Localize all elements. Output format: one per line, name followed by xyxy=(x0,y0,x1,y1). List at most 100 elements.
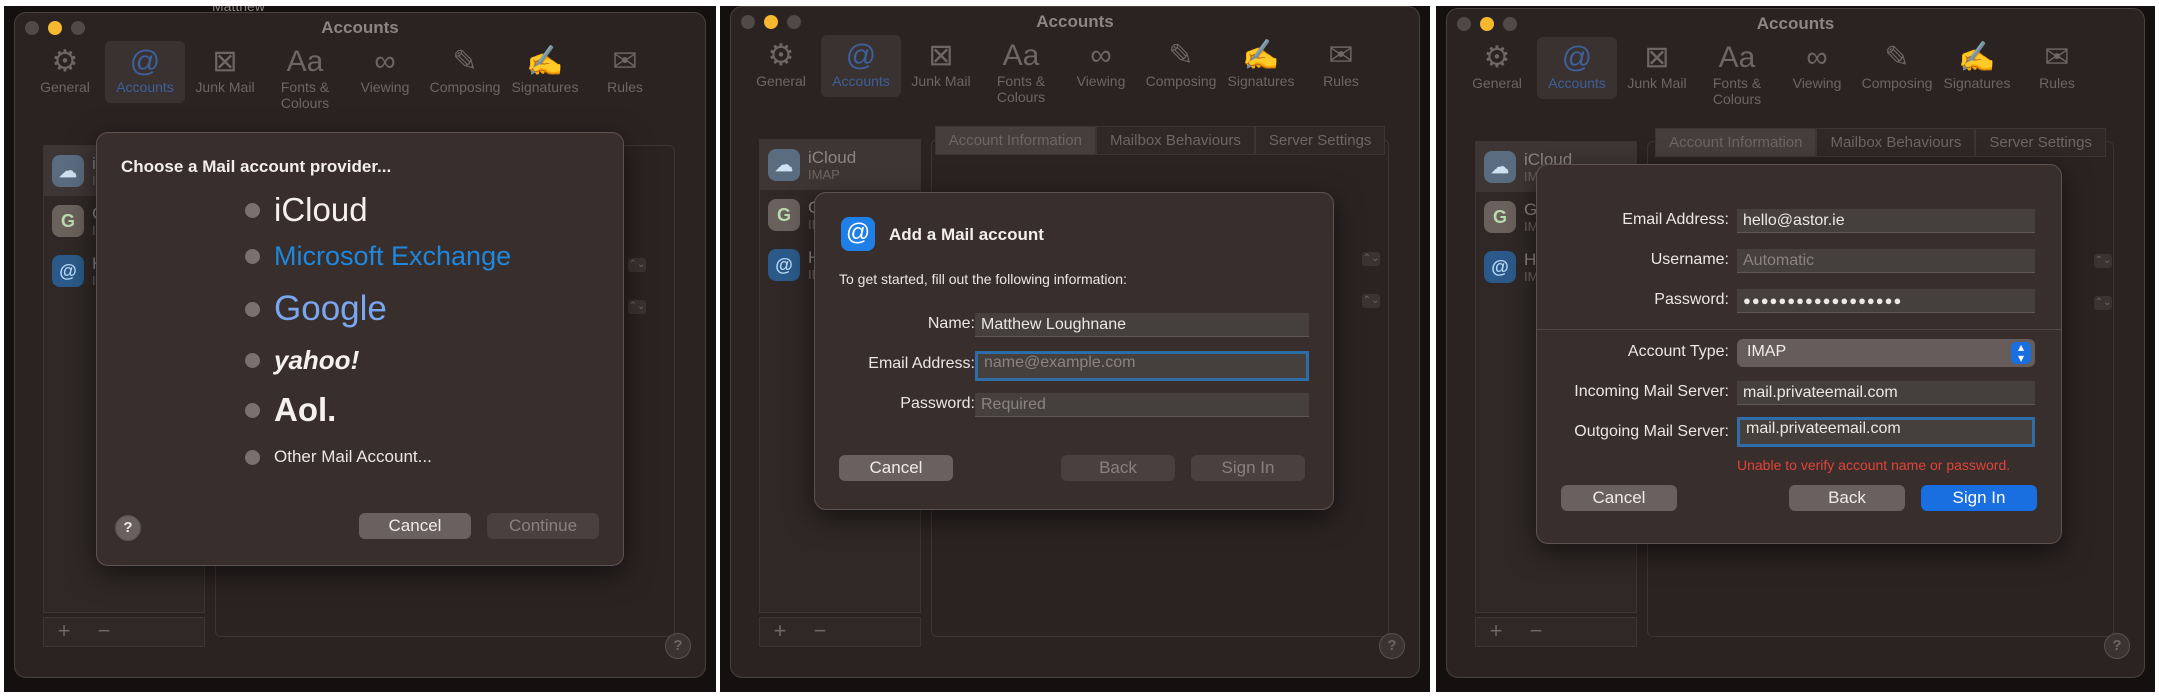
toolbar-item-viewing[interactable]: ∞ Viewing xyxy=(1061,35,1141,97)
chevron-up-down-icon: ▴ ▾ xyxy=(2011,341,2031,364)
toolbar-item-signatures[interactable]: ✍ Signatures xyxy=(505,41,585,103)
tab-account-information[interactable]: Account Information xyxy=(934,126,1096,155)
toolbar-label: Signatures xyxy=(511,79,579,95)
toolbar-item-accounts[interactable]: @ Accounts xyxy=(105,41,185,103)
junk-mail-icon: ⊠ xyxy=(212,45,238,78)
toolbar-item-accounts[interactable]: @ Accounts xyxy=(821,35,901,97)
rules-icon: ✉ xyxy=(1328,39,1354,72)
account-type: IMAP xyxy=(808,166,840,182)
toolbar-item-general[interactable]: ⚙ General xyxy=(1457,37,1537,99)
radio-exchange[interactable] xyxy=(245,249,260,264)
toolbar-item-composing[interactable]: ✎ Composing xyxy=(425,41,505,103)
provider-aol[interactable]: Aol. xyxy=(245,391,336,429)
add-account-button[interactable]: + xyxy=(44,618,84,646)
toolbar-item-junk-mail[interactable]: ⊠ Junk Mail xyxy=(1617,37,1697,99)
help-button[interactable]: ? xyxy=(1379,633,1405,659)
provider-google[interactable]: Google xyxy=(245,289,387,329)
toolbar-item-rules[interactable]: ✉ Rules xyxy=(585,41,665,103)
help-button[interactable]: ? xyxy=(115,515,141,541)
provider-other[interactable]: Other Mail Account... xyxy=(245,447,432,467)
cancel-button[interactable]: Cancel xyxy=(359,513,471,539)
toolbar-item-junk-mail[interactable]: ⊠ Junk Mail xyxy=(901,35,981,97)
toolbar-label: Junk Mail xyxy=(911,73,971,89)
incoming-server-field[interactable]: mail.privateemail.com xyxy=(1737,381,2035,405)
toolbar: ⚙ General @ Accounts ⊠ Junk Mail Aa Fonts & Col… xyxy=(731,35,1419,105)
tab-account-information[interactable]: Account Information xyxy=(1655,128,1817,157)
sign-in-button[interactable]: Sign In xyxy=(1921,485,2037,511)
tab-server-settings[interactable]: Server Settings xyxy=(1975,128,2106,157)
toolbar-item-general[interactable]: ⚙ General xyxy=(25,41,105,103)
tab-mailbox-behaviours[interactable]: Mailbox Behaviours xyxy=(1816,128,1976,157)
toolbar-label: Viewing xyxy=(1076,73,1126,89)
toolbar-item-general[interactable]: ⚙ General xyxy=(741,35,821,97)
title-bar: Accounts xyxy=(731,7,1419,35)
email-field[interactable]: name@example.com xyxy=(975,351,1309,381)
toolbar-item-junk-mail[interactable]: ⊠ Junk Mail xyxy=(185,41,265,103)
stepper-icon: ⌃⌄ xyxy=(628,258,646,272)
add-account-button[interactable]: + xyxy=(760,618,800,646)
toolbar-item-viewing[interactable]: ∞ Viewing xyxy=(1777,37,1857,99)
toolbar-item-signatures[interactable]: ✍ Signatures xyxy=(1221,35,1301,97)
name-field[interactable]: Matthew Loughnane xyxy=(975,313,1309,337)
back-button[interactable]: Back xyxy=(1789,485,1905,511)
email-field[interactable]: hello@astor.ie xyxy=(1737,209,2035,233)
sidebar-account-row[interactable]: ☁ iCloudIMAP xyxy=(760,140,920,190)
password-field[interactable]: Required xyxy=(975,393,1309,417)
toolbar-item-rules[interactable]: ✉ Rules xyxy=(2017,37,2097,99)
toolbar-item-accounts[interactable]: @ Accounts xyxy=(1537,37,1617,99)
toolbar-item-composing[interactable]: ✎ Composing xyxy=(1857,37,1937,99)
outgoing-server-field[interactable]: mail.privateemail.com xyxy=(1737,417,2035,447)
toolbar-item-viewing[interactable]: ∞ Viewing xyxy=(345,41,425,103)
window-title: Accounts xyxy=(321,18,399,37)
help-button[interactable]: ? xyxy=(665,633,691,659)
sheet-intro: To get started, fill out the following i… xyxy=(839,271,1127,287)
cancel-button[interactable]: Cancel xyxy=(1561,485,1677,511)
toolbar-item-signatures[interactable]: ✍ Signatures xyxy=(1937,37,2017,99)
stepper-icon: ⌃⌄ xyxy=(1362,294,1380,308)
continue-button[interactable]: Continue xyxy=(487,513,599,539)
toolbar-item-rules[interactable]: ✉ Rules xyxy=(1301,35,1381,97)
at-icon: @ xyxy=(845,39,877,72)
account-type-label: Account Type: xyxy=(1627,343,1729,360)
toolbar-item-fonts-colours[interactable]: Aa Fonts & Colours xyxy=(981,35,1061,105)
radio-other[interactable] xyxy=(245,449,260,465)
back-button[interactable]: Back xyxy=(1061,455,1175,481)
toolbar: ⚙ General @ Accounts ⊠ Junk Mail Aa Fonts & Col… xyxy=(15,41,705,111)
provider-exchange[interactable]: Microsoft Exchange xyxy=(245,241,511,272)
toolbar-item-fonts-colours[interactable]: Aa Fonts & Colours xyxy=(265,41,345,111)
sign-in-button[interactable]: Sign In xyxy=(1191,455,1305,481)
radio-icloud[interactable] xyxy=(245,202,260,218)
provider-icloud[interactable]: iCloud xyxy=(245,191,368,229)
account-type-select[interactable]: IMAP ▴ ▾ xyxy=(1737,339,2035,367)
username-field[interactable]: Automatic xyxy=(1737,249,2035,273)
remove-account-button[interactable]: − xyxy=(1516,618,1556,646)
stepper-icon: ⌃⌄ xyxy=(2094,254,2112,268)
incoming-server-label: Incoming Mail Server: xyxy=(1574,383,1729,400)
toolbar-item-composing[interactable]: ✎ Composing xyxy=(1141,35,1221,97)
provider-yahoo[interactable]: yahoo! xyxy=(245,345,359,376)
icloud-icon: ☁ xyxy=(1484,151,1516,183)
tab-mailbox-behaviours[interactable]: Mailbox Behaviours xyxy=(1095,126,1255,155)
radio-aol[interactable] xyxy=(245,402,260,418)
help-button[interactable]: ? xyxy=(2104,633,2130,659)
radio-google[interactable] xyxy=(245,301,260,317)
error-message: Unable to verify account name or passwor… xyxy=(1737,457,2011,473)
compose-icon: ✎ xyxy=(1884,41,1910,74)
tab-server-settings[interactable]: Server Settings xyxy=(1254,126,1386,155)
remove-account-button[interactable]: − xyxy=(800,618,840,646)
google-icon: G xyxy=(52,205,84,237)
title-bar: Accounts xyxy=(15,13,705,41)
sheet-heading: Choose a Mail account provider... xyxy=(121,157,392,176)
password-field[interactable]: ●●●●●●●●●●●●●●●●●● xyxy=(1737,289,2035,313)
stepper-icon: ⌃⌄ xyxy=(2094,296,2112,310)
email-label: Email Address: xyxy=(1622,211,1729,228)
toolbar-item-fonts-colours[interactable]: Aa Fonts & Colours xyxy=(1697,37,1777,107)
add-account-button[interactable]: + xyxy=(1476,618,1516,646)
toolbar: ⚙ General @ Accounts ⊠ Junk Mail Aa Fonts & Col… xyxy=(1447,37,2144,107)
cancel-button[interactable]: Cancel xyxy=(839,455,953,481)
radio-yahoo[interactable] xyxy=(245,353,260,368)
username-label: Username: xyxy=(1650,251,1729,268)
sidebar-footer: + − xyxy=(43,617,205,647)
icloud-label: iCloud xyxy=(274,191,368,228)
remove-account-button[interactable]: − xyxy=(84,618,124,646)
